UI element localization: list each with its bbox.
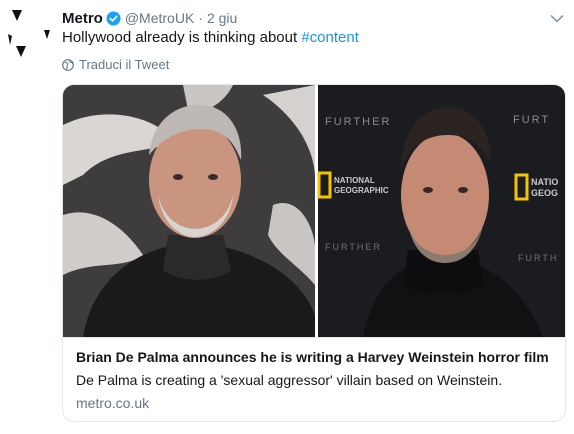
wall-text-further-left: FURTHER (325, 116, 391, 128)
verified-badge-icon (106, 10, 121, 26)
tweet-header: Metro @MetroUK · 2 giu (62, 9, 237, 27)
card-title[interactable]: Brian De Palma announces he is writing a… (76, 347, 565, 367)
natgeo-right-line2: GEOG (531, 188, 558, 198)
card-image[interactable]: FURTHER FURT FURTHER FURTH NATIONAL GEOG… (63, 85, 565, 337)
natgeo-right-line1: NATIO (531, 177, 558, 187)
translate-tweet-link[interactable]: Traduci il Tweet (62, 57, 169, 72)
metro-logo-icon (8, 10, 50, 57)
chevron-down-icon (550, 15, 564, 23)
natgeo-left-line2: GEOGRAPHIC (334, 186, 389, 195)
card-description: De Palma is creating a 'sexual aggressor… (76, 372, 503, 388)
card-photo: FURTHER FURT FURTHER FURTH NATIONAL GEOG… (63, 85, 565, 337)
link-card[interactable]: FURTHER FURT FURTHER FURTH NATIONAL GEOG… (62, 84, 566, 422)
hashtag-link[interactable]: #content (301, 29, 359, 46)
globe-icon (62, 58, 74, 71)
wall-text-further-right: FURT (513, 114, 550, 126)
translate-label: Traduci il Tweet (79, 57, 170, 72)
tweet[interactable]: Metro @MetroUK · 2 giu Hollywood already… (0, 0, 574, 434)
wall-text-further-bottom-left: FURTHER (325, 242, 382, 252)
author-handle[interactable]: @MetroUK (125, 10, 194, 26)
tweet-timestamp[interactable]: 2 giu (207, 10, 237, 26)
avatar[interactable] (6, 8, 52, 58)
card-domain[interactable]: metro.co.uk (76, 393, 565, 413)
card-text-block[interactable]: Brian De Palma announces he is writing a… (63, 337, 565, 421)
tweet-text-plain: Hollywood already is thinking about (62, 29, 302, 46)
tweet-menu-button[interactable] (550, 11, 564, 23)
tweet-text: Hollywood already is thinking about #con… (62, 29, 359, 46)
separator-dot: · (198, 10, 203, 26)
author-name[interactable]: Metro (62, 10, 103, 27)
natgeo-left-line1: NATIONAL (334, 176, 375, 185)
wall-text-further-bottom-right: FURTH (518, 253, 558, 263)
